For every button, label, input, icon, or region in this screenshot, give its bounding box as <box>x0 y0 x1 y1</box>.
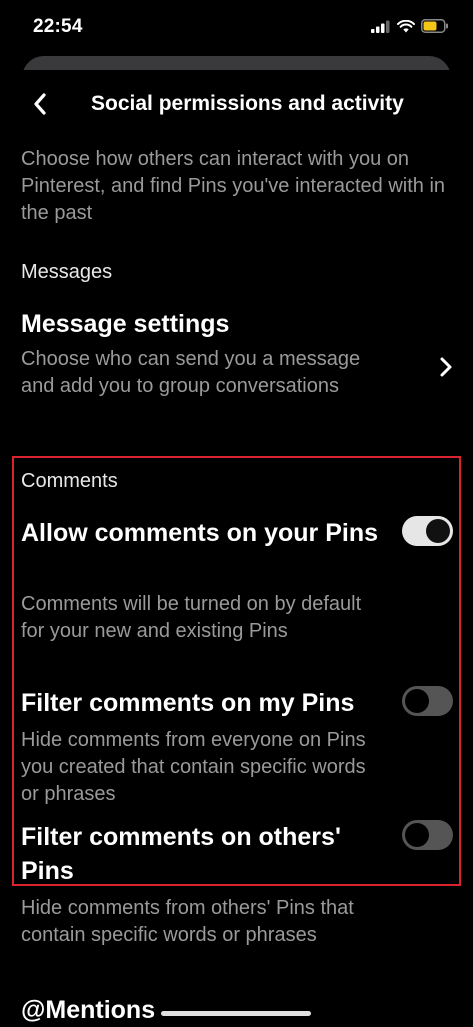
home-indicator[interactable] <box>161 1011 311 1016</box>
page-description: Choose how others can interact with you … <box>21 148 446 224</box>
filter-my-pins-toggle[interactable] <box>402 686 453 716</box>
message-settings-title[interactable]: Message settings <box>21 307 421 341</box>
status-bar: 22:54 <box>0 0 473 52</box>
filter-my-pins-title: Filter comments on my Pins <box>21 689 355 717</box>
filter-others-pins-toggle[interactable] <box>402 820 453 850</box>
toggle-knob <box>405 823 429 847</box>
toggle-knob <box>426 519 450 543</box>
chevron-left-icon <box>34 93 46 115</box>
message-settings-description[interactable]: Choose who can send you a message and ad… <box>21 346 381 400</box>
filter-my-pins-description: Hide comments from everyone on Pins you … <box>21 729 366 805</box>
filter-others-pins-description: Hide comments from others' Pins that con… <box>21 897 354 946</box>
section-label-messages: Messages <box>21 261 113 283</box>
wifi-icon <box>397 19 415 32</box>
filter-others-pins-title: Filter comments on others' Pins <box>21 823 341 885</box>
allow-comments-toggle[interactable] <box>402 516 453 546</box>
status-time: 22:54 <box>33 16 83 37</box>
allow-comments-description: Comments will be turned on by default fo… <box>21 593 362 642</box>
cellular-signal-icon <box>371 20 390 33</box>
status-icons <box>371 19 449 33</box>
chevron-right-icon <box>440 357 452 377</box>
page-title: Social permissions and activity <box>91 92 404 115</box>
nav-bar: Social permissions and activity <box>0 80 473 130</box>
toggle-knob <box>405 689 429 713</box>
message-settings-chevron[interactable] <box>436 354 456 380</box>
back-button[interactable] <box>26 90 54 118</box>
allow-comments-title: Allow comments on your Pins <box>21 519 378 547</box>
battery-icon <box>421 19 448 33</box>
mentions-section-title: @Mentions <box>21 996 156 1024</box>
section-label-comments: Comments <box>21 470 118 492</box>
